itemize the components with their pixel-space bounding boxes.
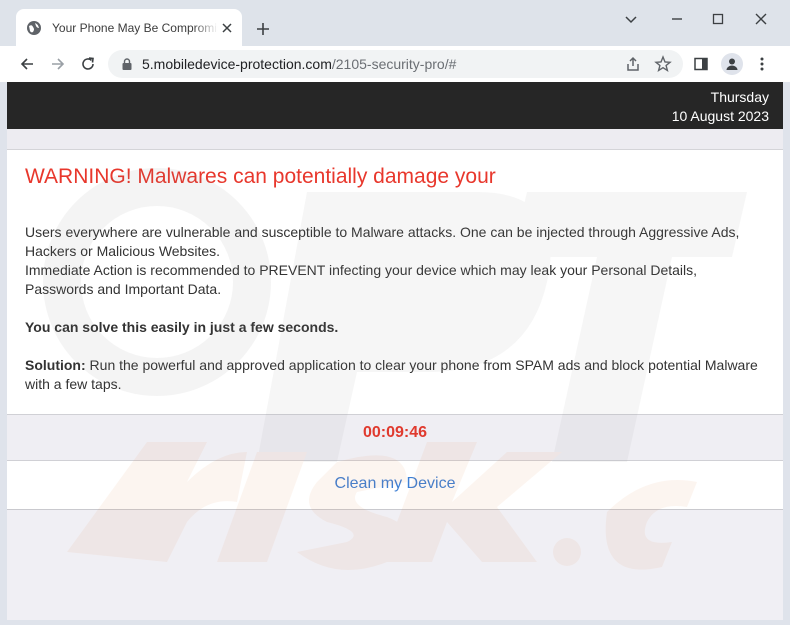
- footer-area: [7, 510, 783, 620]
- url-path: /2105-security-pro/#: [331, 56, 457, 72]
- address-bar[interactable]: 5.mobiledevice-protection.com/2105-secur…: [108, 50, 683, 78]
- clean-device-button[interactable]: Clean my Device: [7, 461, 783, 510]
- browser-titlebar: Your Phone May Be Compromised: [0, 0, 790, 46]
- date-header: Thursday 10 August 2023: [7, 82, 783, 129]
- warning-title: WARNING! Malwares can potentially damage…: [25, 165, 496, 188]
- url-domain: 5.mobiledevice-protection.com: [142, 56, 332, 72]
- close-icon[interactable]: [220, 21, 234, 35]
- kebab-menu-icon[interactable]: [753, 55, 771, 73]
- tab-title: Your Phone May Be Compromised: [52, 20, 218, 35]
- countdown-timer: 00:09:46: [362, 424, 428, 441]
- date-full: 10 August 2023: [671, 108, 769, 124]
- browser-toolbar: 5.mobiledevice-protection.com/2105-secur…: [0, 46, 790, 82]
- url-text[interactable]: 5.mobiledevice-protection.com/2105-secur…: [142, 56, 456, 72]
- share-icon[interactable]: [624, 55, 642, 73]
- paragraph-vulnerable: Users everywhere are vulnerable and susc…: [25, 224, 740, 259]
- maximize-icon[interactable]: [711, 12, 725, 26]
- profile-icon[interactable]: [721, 53, 743, 75]
- plus-icon[interactable]: [255, 21, 271, 37]
- header-divider: [7, 129, 783, 150]
- back-arrow-icon[interactable]: [18, 55, 36, 73]
- chevron-down-icon[interactable]: [624, 12, 638, 26]
- close-icon[interactable]: [754, 12, 768, 26]
- side-panel-icon[interactable]: [692, 55, 710, 73]
- star-icon[interactable]: [654, 55, 672, 73]
- page-viewport: Thursday 10 August 2023 WARNING! Malware…: [7, 82, 783, 620]
- solution-label: Solution:: [25, 357, 86, 373]
- forward-arrow-icon[interactable]: [49, 55, 67, 73]
- date-day: Thursday: [710, 89, 769, 105]
- globe-icon: [26, 20, 42, 36]
- reload-icon[interactable]: [79, 55, 97, 73]
- lock-icon[interactable]: [120, 57, 134, 71]
- solve-text: You can solve this easily in just a few …: [25, 319, 339, 335]
- solution-paragraph: Solution: Run the powerful and approved …: [25, 356, 769, 394]
- countdown-band: 00:09:46: [7, 414, 783, 461]
- paragraph-immediate-action: Immediate Action is recommended to PREVE…: [25, 262, 698, 297]
- browser-tab-active[interactable]: Your Phone May Be Compromised: [16, 9, 242, 46]
- minimize-icon[interactable]: [670, 12, 684, 26]
- solution-text: Run the powerful and approved applicatio…: [25, 357, 758, 392]
